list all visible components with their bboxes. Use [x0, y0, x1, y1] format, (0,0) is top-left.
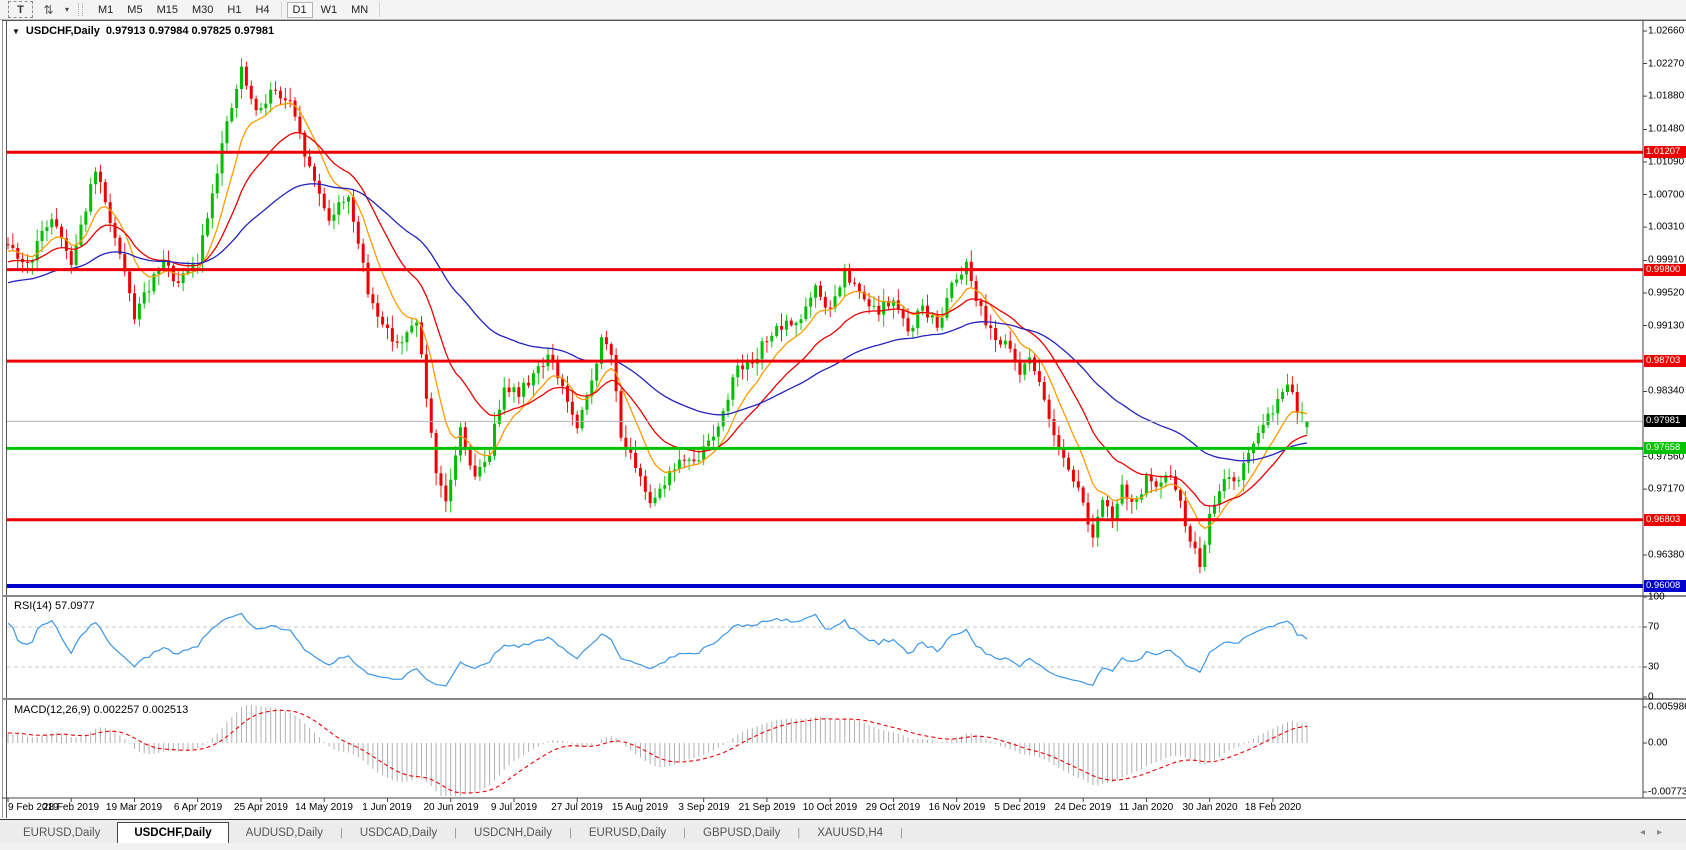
chart-ohlc-values: 0.97913 0.97984 0.97825 0.97981: [106, 25, 274, 37]
price-axis-label: 1.02660: [1648, 26, 1684, 37]
collapse-quote-arrow-icon[interactable]: ▼: [12, 27, 20, 36]
date-axis-label: 24 Dec 2019: [1055, 802, 1112, 813]
date-axis-label: 11 Jan 2020: [1119, 802, 1173, 813]
macd-axis-label: -0.007737: [1648, 787, 1686, 798]
mt4-window: T ⇅ ▾ M1M5M15M30H1H4D1W1MN ▼ USDCHF,Dail…: [0, 0, 1686, 850]
tab-scroll-arrows[interactable]: ◂▸: [1640, 827, 1674, 838]
candle-bodies-down: [7, 67, 1299, 567]
price-line-tag[interactable]: 0.98703: [1644, 355, 1686, 367]
date-axis-label: 1 Jun 2019: [362, 802, 412, 813]
candle-wicks-up: [32, 58, 1307, 571]
price-axis-label: 1.00310: [1648, 222, 1684, 233]
price-line-tag[interactable]: 0.99800: [1644, 264, 1686, 276]
price-line-tag[interactable]: 0.97658: [1644, 442, 1686, 454]
date-axis-label: 6 Apr 2019: [174, 802, 222, 813]
date-axis-label: 16 Nov 2019: [929, 802, 986, 813]
chart-tab-xauusd-h4[interactable]: XAUUSD,H4: [800, 823, 900, 844]
candle-wicks-down: [8, 62, 1297, 573]
status-bar: [0, 843, 1686, 850]
chart-symbol-title: USDCHF,Daily: [26, 25, 100, 37]
date-axis-label: 9 Jul 2019: [491, 802, 537, 813]
chart-tab-gbpusd-daily[interactable]: GBPUSD,Daily: [686, 823, 797, 844]
chart-tab-audusd-daily[interactable]: AUDUSD,Daily: [229, 823, 340, 844]
date-axis-label: 14 May 2019: [295, 802, 353, 813]
date-axis-label: 27 Jul 2019: [551, 802, 603, 813]
date-axis-label: 29 Oct 2019: [866, 802, 920, 813]
current-price-tag: 0.97981: [1644, 415, 1686, 427]
chart-tab-usdchf-daily[interactable]: USDCHF,Daily: [117, 822, 228, 845]
macd-axis-label: 0.00: [1648, 738, 1667, 749]
date-axis-label: 28 Feb 2019: [43, 802, 99, 813]
price-axis-label: 0.99130: [1648, 321, 1684, 332]
macd-label: MACD(12,26,9) 0.002257 0.002513: [14, 704, 188, 716]
date-axis-label: 3 Sep 2019: [678, 802, 729, 813]
date-axis-label: 21 Sep 2019: [739, 802, 796, 813]
price-line-tag[interactable]: 0.96008: [1644, 580, 1686, 592]
macd-histogram: [8, 705, 1307, 796]
rsi-line: [8, 613, 1307, 686]
rsi-axis-label: 70: [1648, 622, 1659, 633]
price-axis-label: 0.98340: [1648, 386, 1684, 397]
price-axis-label: 1.02270: [1648, 59, 1684, 70]
price-axis-label: 1.00700: [1648, 190, 1684, 201]
price-axis-label: 1.01480: [1648, 124, 1684, 135]
price-axis-label: 0.96380: [1648, 550, 1684, 561]
chart-tab-usdcnh-daily[interactable]: USDCNH,Daily: [457, 823, 569, 844]
date-axis-label: 18 Feb 2020: [1245, 802, 1301, 813]
price-axis-label: 1.01880: [1648, 91, 1684, 102]
price-axis-label: 1.01090: [1648, 157, 1684, 168]
date-axis-label: 5 Dec 2019: [994, 802, 1045, 813]
chart-tab-usdcad-daily[interactable]: USDCAD,Daily: [343, 823, 454, 844]
chart-canvas[interactable]: [0, 0, 1686, 850]
date-axis-label: 25 Apr 2019: [234, 802, 288, 813]
date-axis-label: 30 Jan 2020: [1182, 802, 1237, 813]
chart-header: ▼ USDCHF,Daily 0.97913 0.97984 0.97825 0…: [12, 25, 274, 37]
tab-separator: |: [900, 823, 903, 844]
price-line-tag[interactable]: 0.96803: [1644, 514, 1686, 526]
price-axis-label: 0.97170: [1648, 484, 1684, 495]
chart-tab-eurusd-daily[interactable]: EURUSD,Daily: [572, 823, 683, 844]
date-axis-label: 19 Mar 2019: [106, 802, 162, 813]
price-line-tag[interactable]: 1.01207: [1644, 146, 1686, 158]
ma-fast-line: [8, 103, 1307, 528]
date-axis-label: 10 Oct 2019: [803, 802, 857, 813]
chart-tab-bar: EURUSD,DailyUSDCHF,DailyAUDUSD,Daily|USD…: [0, 819, 1686, 844]
price-axis-label: 0.99520: [1648, 288, 1684, 299]
rsi-axis-label: 30: [1648, 662, 1659, 673]
axis-tick-marks: [8, 31, 1647, 802]
macd-axis-label: 0.005986: [1648, 702, 1686, 713]
chart-tab-eurusd-daily[interactable]: EURUSD,Daily: [6, 823, 117, 844]
rsi-label: RSI(14) 57.0977: [14, 600, 95, 612]
date-axis-label: 20 Jun 2019: [423, 802, 478, 813]
rsi-axis-label: 100: [1648, 592, 1665, 603]
date-axis-label: 15 Aug 2019: [612, 802, 668, 813]
ma-mid-line: [8, 133, 1307, 506]
